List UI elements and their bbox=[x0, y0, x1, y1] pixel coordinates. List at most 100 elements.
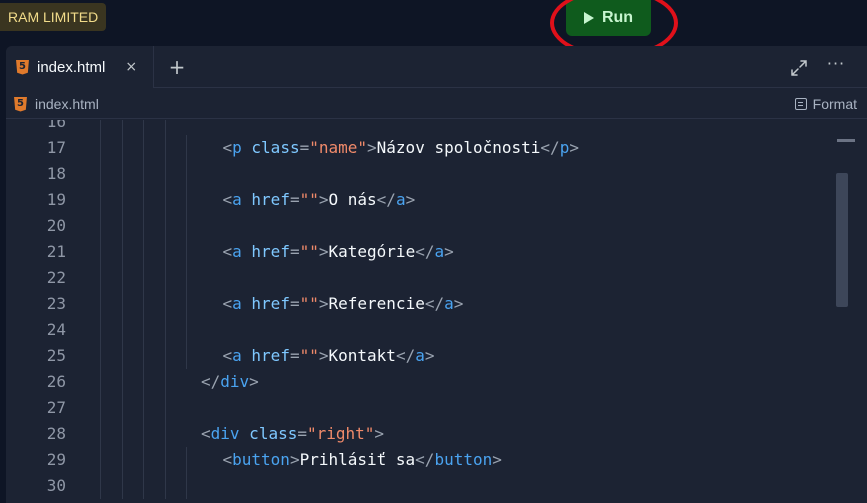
indent-guide bbox=[100, 447, 101, 473]
indent-guide bbox=[143, 343, 144, 369]
editor-panel: index.html × + ··· index.html Format 16 1… bbox=[6, 46, 867, 503]
code-editor[interactable]: 16 17 <p class="name">Názov spoločnosti</p… bbox=[6, 120, 867, 503]
close-icon[interactable]: × bbox=[125, 59, 137, 75]
code-token: Prihlásiť sa bbox=[299, 450, 416, 469]
code-token: > bbox=[367, 138, 377, 157]
more-icon[interactable]: ··· bbox=[826, 56, 846, 76]
indent-guide bbox=[143, 239, 144, 265]
code-line[interactable]: 29 <button>Prihlásiť sa</button> bbox=[6, 447, 832, 473]
code-token: "name" bbox=[309, 138, 368, 157]
line-number: 26 bbox=[46, 372, 66, 391]
indent-guide bbox=[143, 421, 144, 447]
code-text: <div class="right"> bbox=[201, 421, 384, 447]
indent-guide bbox=[143, 187, 144, 213]
code-line[interactable]: 18 bbox=[6, 161, 832, 187]
code-token: > bbox=[318, 346, 329, 365]
code-token: Kategórie bbox=[328, 242, 416, 261]
code-token: "" bbox=[299, 294, 319, 313]
code-token: < bbox=[222, 294, 233, 313]
code-token: class bbox=[239, 424, 298, 443]
code-token: </ bbox=[424, 294, 445, 313]
code-token: href bbox=[241, 294, 290, 313]
indent-guide bbox=[186, 343, 187, 369]
run-button[interactable]: Run bbox=[566, 0, 651, 36]
code-line[interactable]: 26 </div> bbox=[6, 369, 832, 395]
line-number: 25 bbox=[46, 346, 66, 365]
code-line[interactable]: 22 bbox=[6, 265, 832, 291]
line-number: 17 bbox=[46, 138, 66, 157]
code-text: <a href="">O nás</a> bbox=[223, 187, 416, 213]
breadcrumb[interactable]: index.html bbox=[14, 89, 99, 119]
code-token: a bbox=[232, 190, 242, 209]
code-line[interactable]: 23 <a href="">Referencie</a> bbox=[6, 291, 832, 317]
breadcrumb-label: index.html bbox=[35, 96, 99, 112]
indent-guide bbox=[121, 213, 123, 239]
indent-guide bbox=[121, 120, 123, 135]
code-line[interactable]: 24 bbox=[6, 317, 832, 343]
code-token: > bbox=[569, 138, 579, 157]
code-token: Názov spoločnosti bbox=[376, 138, 541, 157]
indent-guide bbox=[186, 473, 187, 499]
code-line[interactable]: 25 <a href="">Kontakt</a> bbox=[6, 343, 832, 369]
code-token: a bbox=[434, 242, 445, 261]
code-token: > bbox=[405, 190, 416, 209]
indent-guide bbox=[186, 187, 187, 213]
code-line[interactable]: 16 bbox=[6, 120, 832, 135]
code-token: class bbox=[241, 138, 300, 157]
code-token: div bbox=[210, 424, 240, 443]
line-number: 29 bbox=[46, 450, 66, 469]
indent-guide bbox=[100, 473, 101, 499]
code-line[interactable]: 20 bbox=[6, 213, 832, 239]
maximize-icon[interactable] bbox=[790, 59, 808, 77]
scrollbar-thumb[interactable] bbox=[836, 173, 848, 307]
code-line[interactable]: 21 <a href="">Kategórie</a> bbox=[6, 239, 832, 265]
indent-guide bbox=[186, 317, 187, 343]
plus-icon[interactable]: + bbox=[164, 46, 190, 88]
indent-guide bbox=[121, 369, 123, 395]
indent-guide bbox=[143, 395, 144, 421]
code-token: href bbox=[241, 190, 290, 209]
line-number: 22 bbox=[46, 268, 66, 287]
code-line[interactable]: 19 <a href="">O nás</a> bbox=[6, 187, 832, 213]
indent-guide bbox=[100, 291, 101, 317]
code-token: a bbox=[395, 190, 406, 209]
code-token: Referencie bbox=[328, 294, 425, 313]
indent-guide bbox=[164, 395, 166, 421]
indent-guide bbox=[164, 473, 166, 499]
indent-guide bbox=[100, 369, 101, 395]
indent-guide bbox=[186, 239, 187, 265]
indent-guide bbox=[186, 265, 187, 291]
indent-guide bbox=[143, 369, 144, 395]
line-number: 20 bbox=[46, 216, 66, 235]
code-line[interactable]: 27 bbox=[6, 395, 832, 421]
indent-guide bbox=[186, 213, 187, 239]
code-line[interactable]: 17 <p class="name">Názov spoločnosti</p> bbox=[6, 135, 832, 161]
code-token: > bbox=[318, 294, 329, 313]
plan-badge[interactable]: RAM LIMITED bbox=[0, 3, 107, 31]
code-token: > bbox=[374, 424, 385, 443]
indent-guide bbox=[164, 120, 166, 135]
code-text: <a href="">Kategórie</a> bbox=[223, 239, 454, 265]
line-number: 24 bbox=[46, 320, 66, 339]
indent-guide bbox=[164, 213, 166, 239]
indent-guide bbox=[164, 369, 166, 395]
code-line[interactable]: 30 bbox=[6, 473, 832, 499]
indent-guide bbox=[164, 447, 166, 473]
code-token: </ bbox=[395, 346, 416, 365]
code-token: a bbox=[232, 294, 242, 313]
tab-index-html[interactable]: index.html × bbox=[6, 46, 154, 88]
indent-guide bbox=[143, 473, 144, 499]
format-button[interactable]: Format bbox=[794, 89, 857, 119]
code-token: = bbox=[289, 242, 300, 261]
code-token: button bbox=[434, 450, 493, 469]
code-token: "right" bbox=[306, 424, 375, 443]
indent-guide bbox=[121, 161, 123, 187]
indent-guide bbox=[164, 291, 166, 317]
indent-guide bbox=[143, 135, 144, 161]
line-number: 28 bbox=[46, 424, 66, 443]
code-token: > bbox=[453, 294, 464, 313]
indent-guide bbox=[100, 239, 101, 265]
code-line[interactable]: 28 <div class="right"> bbox=[6, 421, 832, 447]
indent-guide bbox=[143, 161, 144, 187]
code-token: > bbox=[318, 242, 329, 261]
